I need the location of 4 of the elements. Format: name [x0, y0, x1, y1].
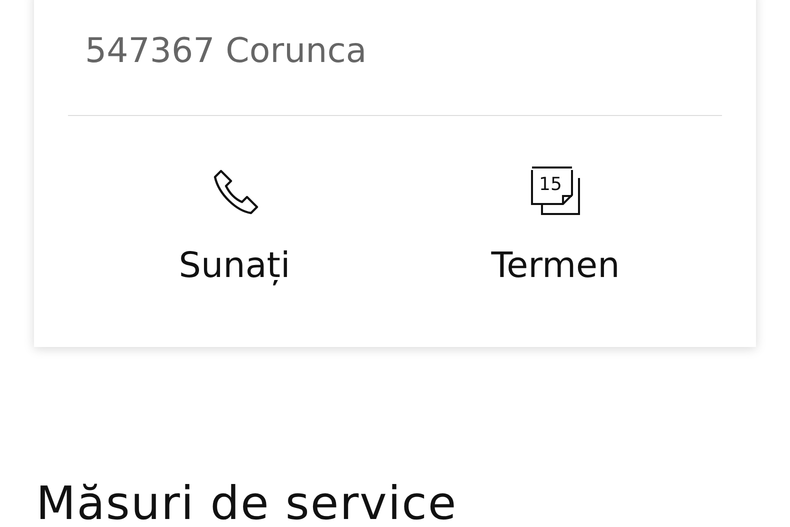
- call-button[interactable]: Sunați: [74, 116, 395, 288]
- section-heading: Măsuri de service: [36, 475, 458, 527]
- appointment-button[interactable]: 15 Termen: [395, 116, 716, 288]
- address-line: 547367 Corunca: [85, 30, 368, 73]
